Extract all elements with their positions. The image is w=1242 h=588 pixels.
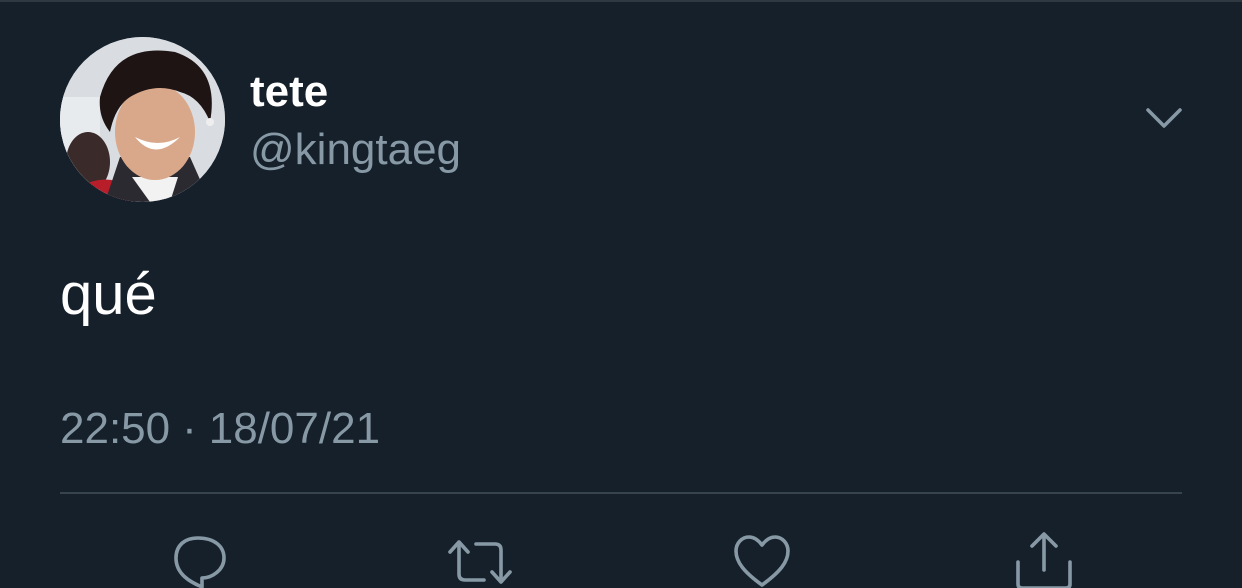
tweet-text: qué	[60, 262, 157, 327]
profile-photo-icon	[60, 37, 225, 202]
share-icon	[1016, 532, 1072, 588]
username-handle[interactable]: @kingtaeg	[250, 124, 461, 176]
heart-icon	[734, 535, 790, 587]
reply-button[interactable]	[168, 530, 232, 588]
tweet-timestamp[interactable]: 22:50 · 18/07/21	[60, 402, 380, 456]
share-button[interactable]	[1012, 530, 1076, 588]
tweet-time: 22:50	[60, 404, 171, 453]
speech-bubble-icon	[174, 536, 226, 588]
display-name[interactable]: tete	[250, 68, 328, 116]
meta-separator: ·	[182, 404, 197, 453]
retweet-button[interactable]	[448, 530, 512, 588]
divider	[60, 492, 1182, 494]
like-button[interactable]	[730, 530, 794, 588]
more-options-button[interactable]	[1140, 100, 1188, 140]
tweet-detail: tete @kingtaeg qué 22:50 · 18/07/21	[0, 0, 1242, 588]
tweet-date: 18/07/21	[208, 404, 381, 453]
chevron-down-icon	[1146, 108, 1182, 128]
retweet-icon	[448, 540, 512, 584]
avatar[interactable]	[60, 37, 225, 202]
